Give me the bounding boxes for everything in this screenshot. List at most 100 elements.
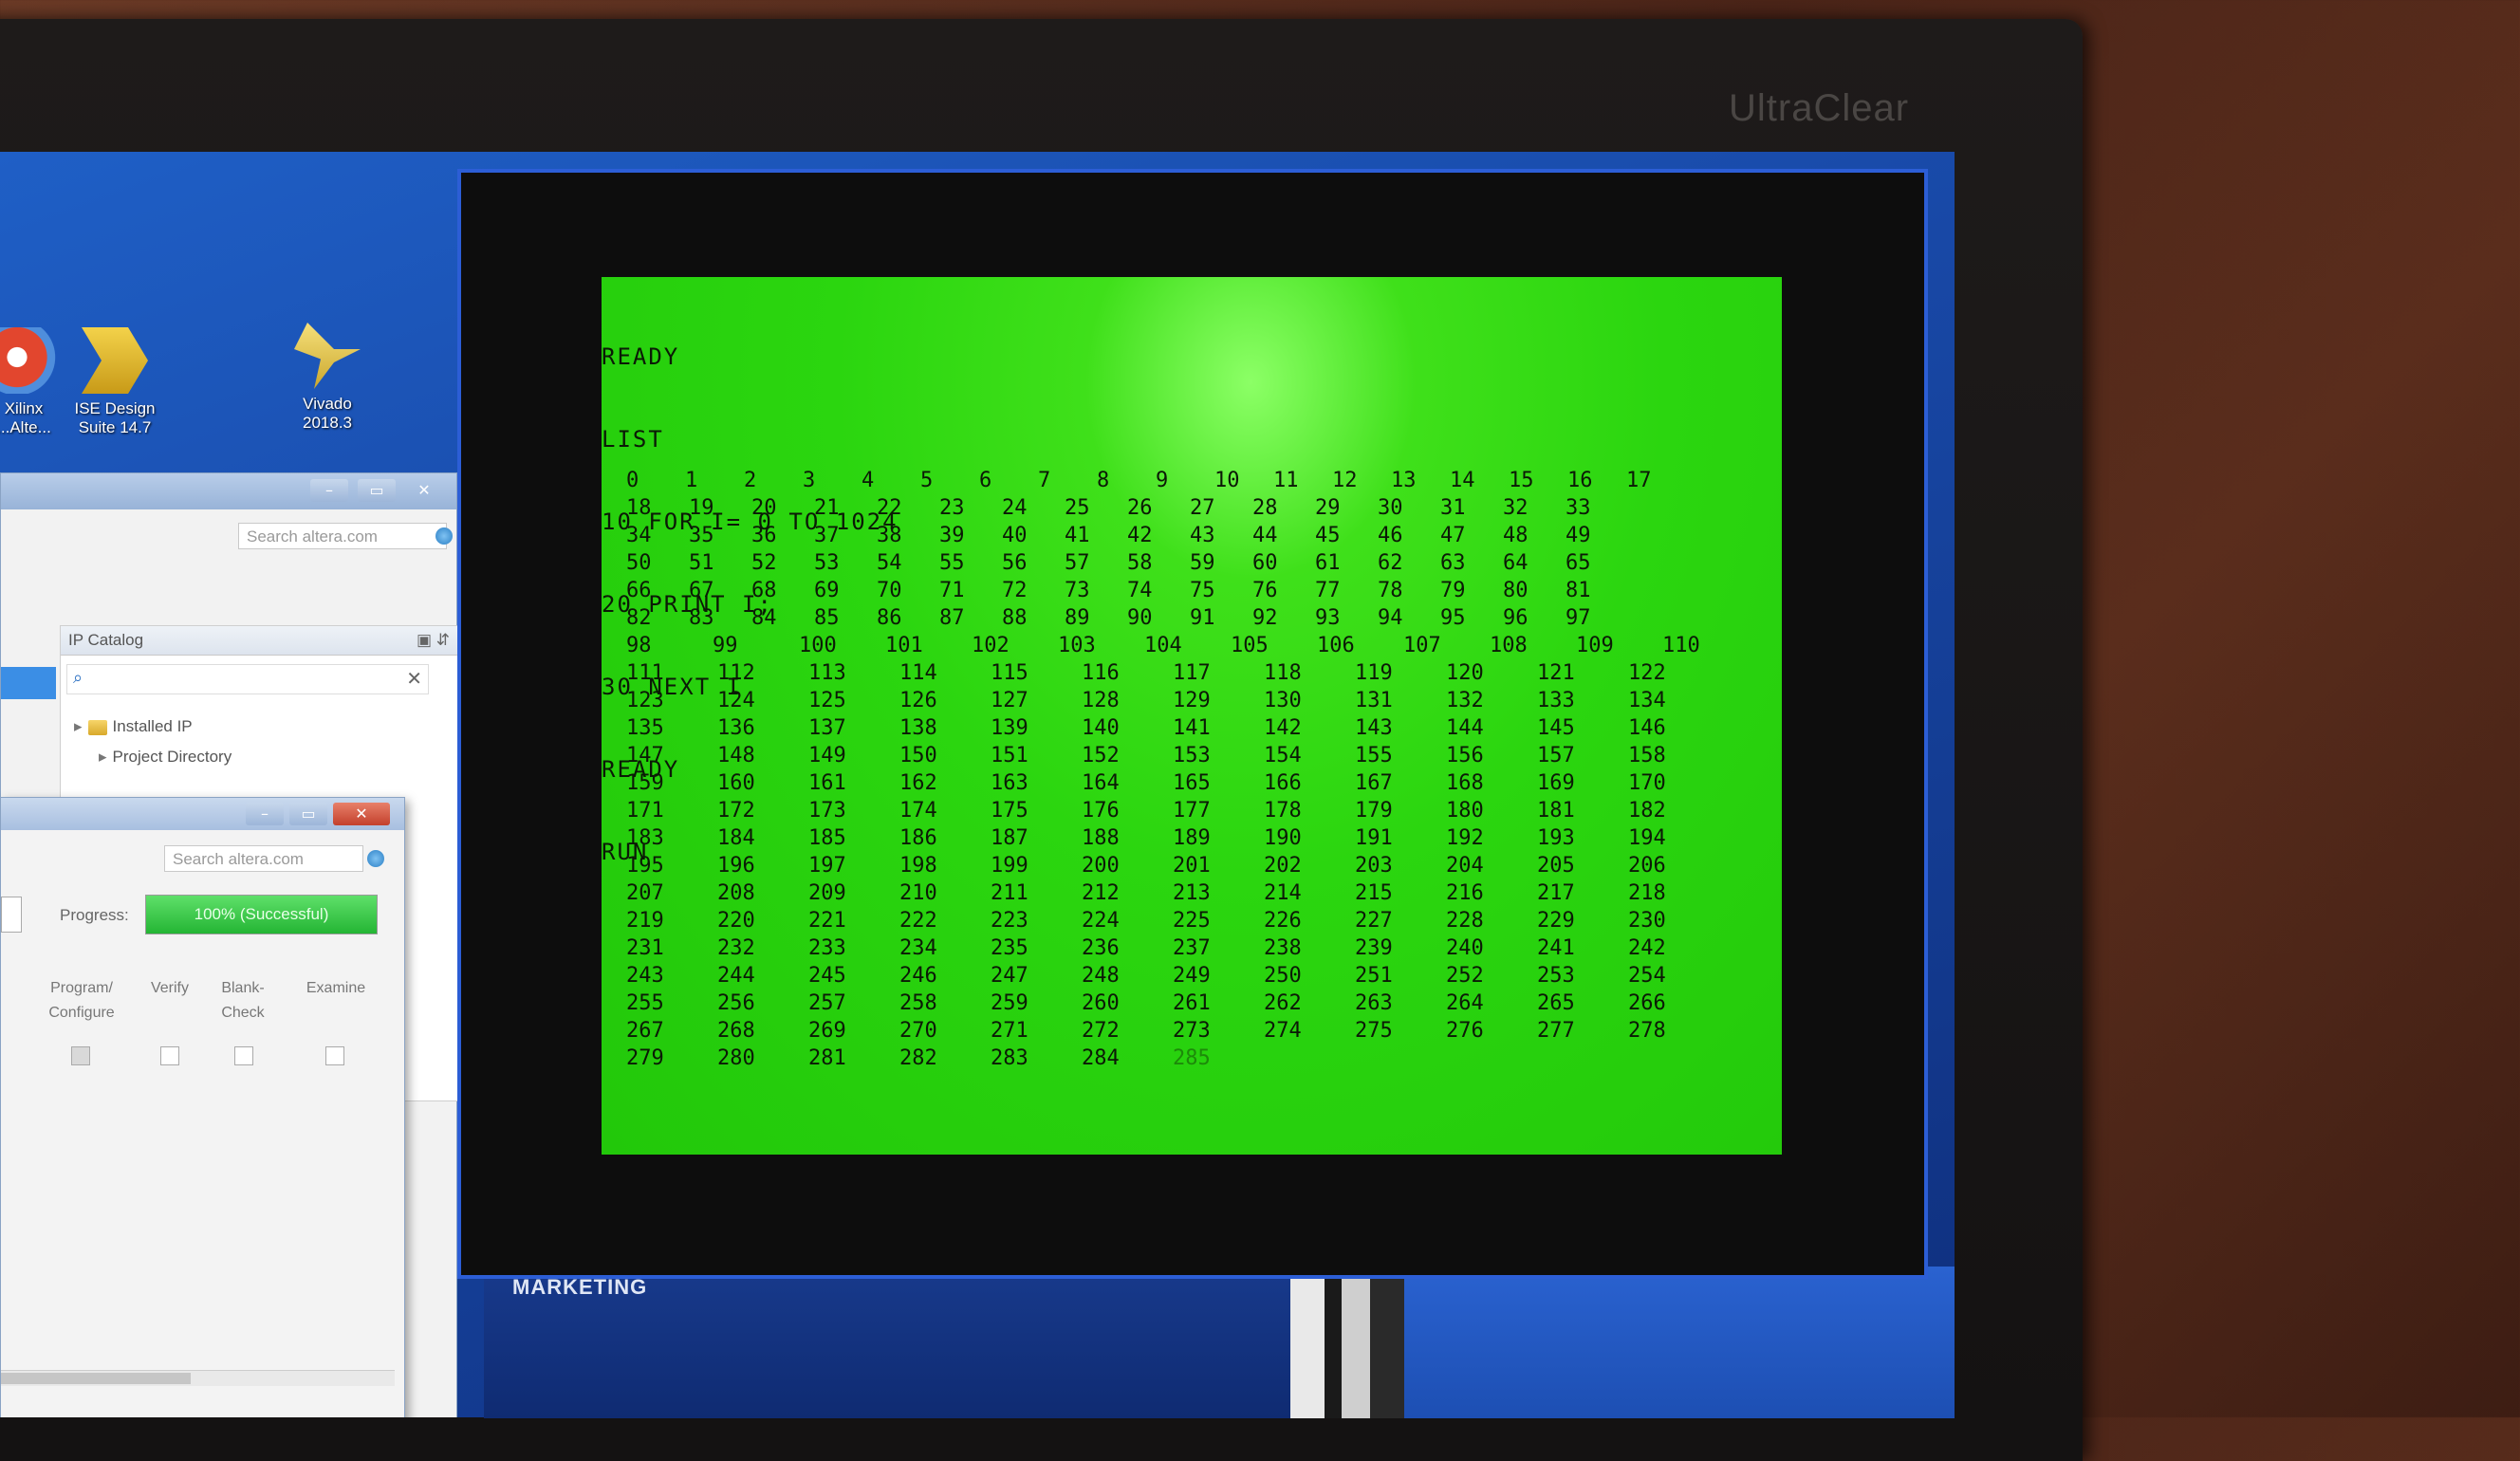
output-number: 241 [1537, 936, 1575, 960]
collapse-arrow-icon[interactable]: ▸ [99, 748, 107, 766]
output-number: 231 [626, 936, 664, 960]
output-number: 224 [1082, 909, 1120, 933]
output-number: 3 [803, 469, 816, 492]
clear-search-icon[interactable]: ✕ [406, 667, 422, 690]
output-number: 22 [877, 496, 902, 520]
output-number: 204 [1446, 854, 1484, 878]
output-number: 263 [1355, 991, 1393, 1015]
output-number: 0 [626, 469, 639, 492]
output-number: 92 [1252, 606, 1278, 630]
output-number: 105 [1231, 634, 1269, 657]
output-number: 282 [899, 1046, 937, 1070]
output-number: 235 [991, 936, 1028, 960]
desktop-icon-ise[interactable]: ISE Design Suite 14.7 [63, 327, 167, 437]
close-button[interactable]: ✕ [333, 803, 390, 825]
output-number: 239 [1355, 936, 1393, 960]
output-number: 218 [1628, 881, 1666, 905]
output-number: 269 [808, 1019, 846, 1043]
output-number: 40 [1002, 524, 1028, 547]
column-header-program[interactable]: Program/ Configure [39, 976, 124, 1026]
output-number: 232 [717, 936, 755, 960]
output-number: 71 [939, 579, 965, 602]
magnifier-icon: ⌕ [73, 668, 83, 688]
blank-check-checkbox[interactable] [234, 1046, 253, 1065]
output-number: 34 [626, 524, 652, 547]
horizontal-scrollbar[interactable] [1, 1370, 395, 1386]
output-number: 178 [1264, 799, 1302, 823]
output-number: 203 [1355, 854, 1393, 878]
column-header-blank-check[interactable]: Blank- Check [210, 976, 276, 1026]
desktop-icon-vivado[interactable]: Vivado 2018.3 [275, 323, 380, 433]
output-number: 200 [1082, 854, 1120, 878]
output-number: 67 [689, 579, 714, 602]
panel-options-icon[interactable]: ▣ ⇵ [417, 626, 450, 655]
output-number: 52 [751, 551, 777, 575]
minimize-button[interactable]: – [246, 803, 284, 825]
output-number: 164 [1082, 771, 1120, 795]
output-row: 207 208 209 210 211 212 213 214 215 216 217 218 [626, 881, 1765, 909]
search-input[interactable]: Search altera.com [164, 845, 363, 872]
output-number: 246 [899, 964, 937, 988]
output-number: 270 [899, 1019, 937, 1043]
output-number: 113 [808, 661, 846, 685]
globe-icon[interactable] [435, 527, 453, 545]
maximize-button[interactable]: ▭ [289, 803, 327, 825]
output-number: 195 [626, 854, 664, 878]
output-number: 65 [1566, 551, 1591, 575]
output-row: 279 280 281 282 283 284 285 [626, 1046, 1765, 1074]
output-number: 30 [1378, 496, 1403, 520]
globe-icon[interactable] [367, 850, 384, 867]
output-number: 68 [751, 579, 777, 602]
output-number: 223 [991, 909, 1028, 933]
output-number: 24 [1002, 496, 1028, 520]
tree-item-installed-ip[interactable]: ▸ Installed IP [74, 717, 193, 736]
output-number: 122 [1628, 661, 1666, 685]
crt-screen[interactable]: READY LIST 10 FOR I= 0 TO 1024 20 PRINT … [602, 277, 1782, 1155]
verify-checkbox[interactable] [160, 1046, 179, 1065]
output-number: 215 [1355, 881, 1393, 905]
column-header-verify[interactable]: Verify [141, 976, 198, 1001]
ip-search-field[interactable]: ⌕ ✕ [66, 664, 429, 694]
column-header-examine[interactable]: Examine [293, 976, 379, 1001]
output-number: 275 [1355, 1019, 1393, 1043]
search-input[interactable]: Search altera.com [238, 523, 447, 549]
output-number: 82 [626, 606, 652, 630]
output-number: 25 [1065, 496, 1090, 520]
output-number: 180 [1446, 799, 1484, 823]
output-number: 29 [1315, 496, 1341, 520]
program-checkbox[interactable] [71, 1046, 90, 1065]
output-number: 58 [1127, 551, 1153, 575]
hardware-setup-dropdown[interactable] [1, 897, 22, 933]
tree-item-project-directory[interactable]: ▸ Project Directory [99, 748, 232, 767]
monitor-brand-logo: UltraClear [1729, 87, 1910, 129]
output-number: 259 [991, 991, 1028, 1015]
output-number: 206 [1628, 854, 1666, 878]
minimize-button[interactable]: – [310, 479, 348, 502]
sidebar-selected-item[interactable] [1, 667, 56, 699]
output-number: 168 [1446, 771, 1484, 795]
output-number: 73 [1065, 579, 1090, 602]
scrollbar-thumb[interactable] [1, 1373, 191, 1384]
output-number: 157 [1537, 744, 1575, 767]
output-number: 262 [1264, 991, 1302, 1015]
examine-checkbox[interactable] [325, 1046, 344, 1065]
output-number: 141 [1173, 716, 1211, 740]
output-number: 74 [1127, 579, 1153, 602]
output-number: 37 [814, 524, 840, 547]
output-number: 60 [1252, 551, 1278, 575]
output-number: 26 [1127, 496, 1153, 520]
output-number: 219 [626, 909, 664, 933]
maximize-button[interactable]: ▭ [358, 479, 396, 502]
output-number: 194 [1628, 826, 1666, 850]
close-button[interactable]: ✕ [405, 479, 443, 502]
collapse-arrow-icon[interactable]: ▸ [74, 717, 83, 735]
output-number: 110 [1662, 634, 1700, 657]
output-number: 237 [1173, 936, 1211, 960]
output-number: 202 [1264, 854, 1302, 878]
output-number: 133 [1537, 689, 1575, 712]
output-number: 115 [991, 661, 1028, 685]
output-row: 0 1 2 3 4 5 6 7 8 9 10 11 12 13 14 15 16 17 [626, 469, 1765, 496]
output-number: 272 [1082, 1019, 1120, 1043]
output-number: 279 [626, 1046, 664, 1070]
output-number: 158 [1628, 744, 1666, 767]
